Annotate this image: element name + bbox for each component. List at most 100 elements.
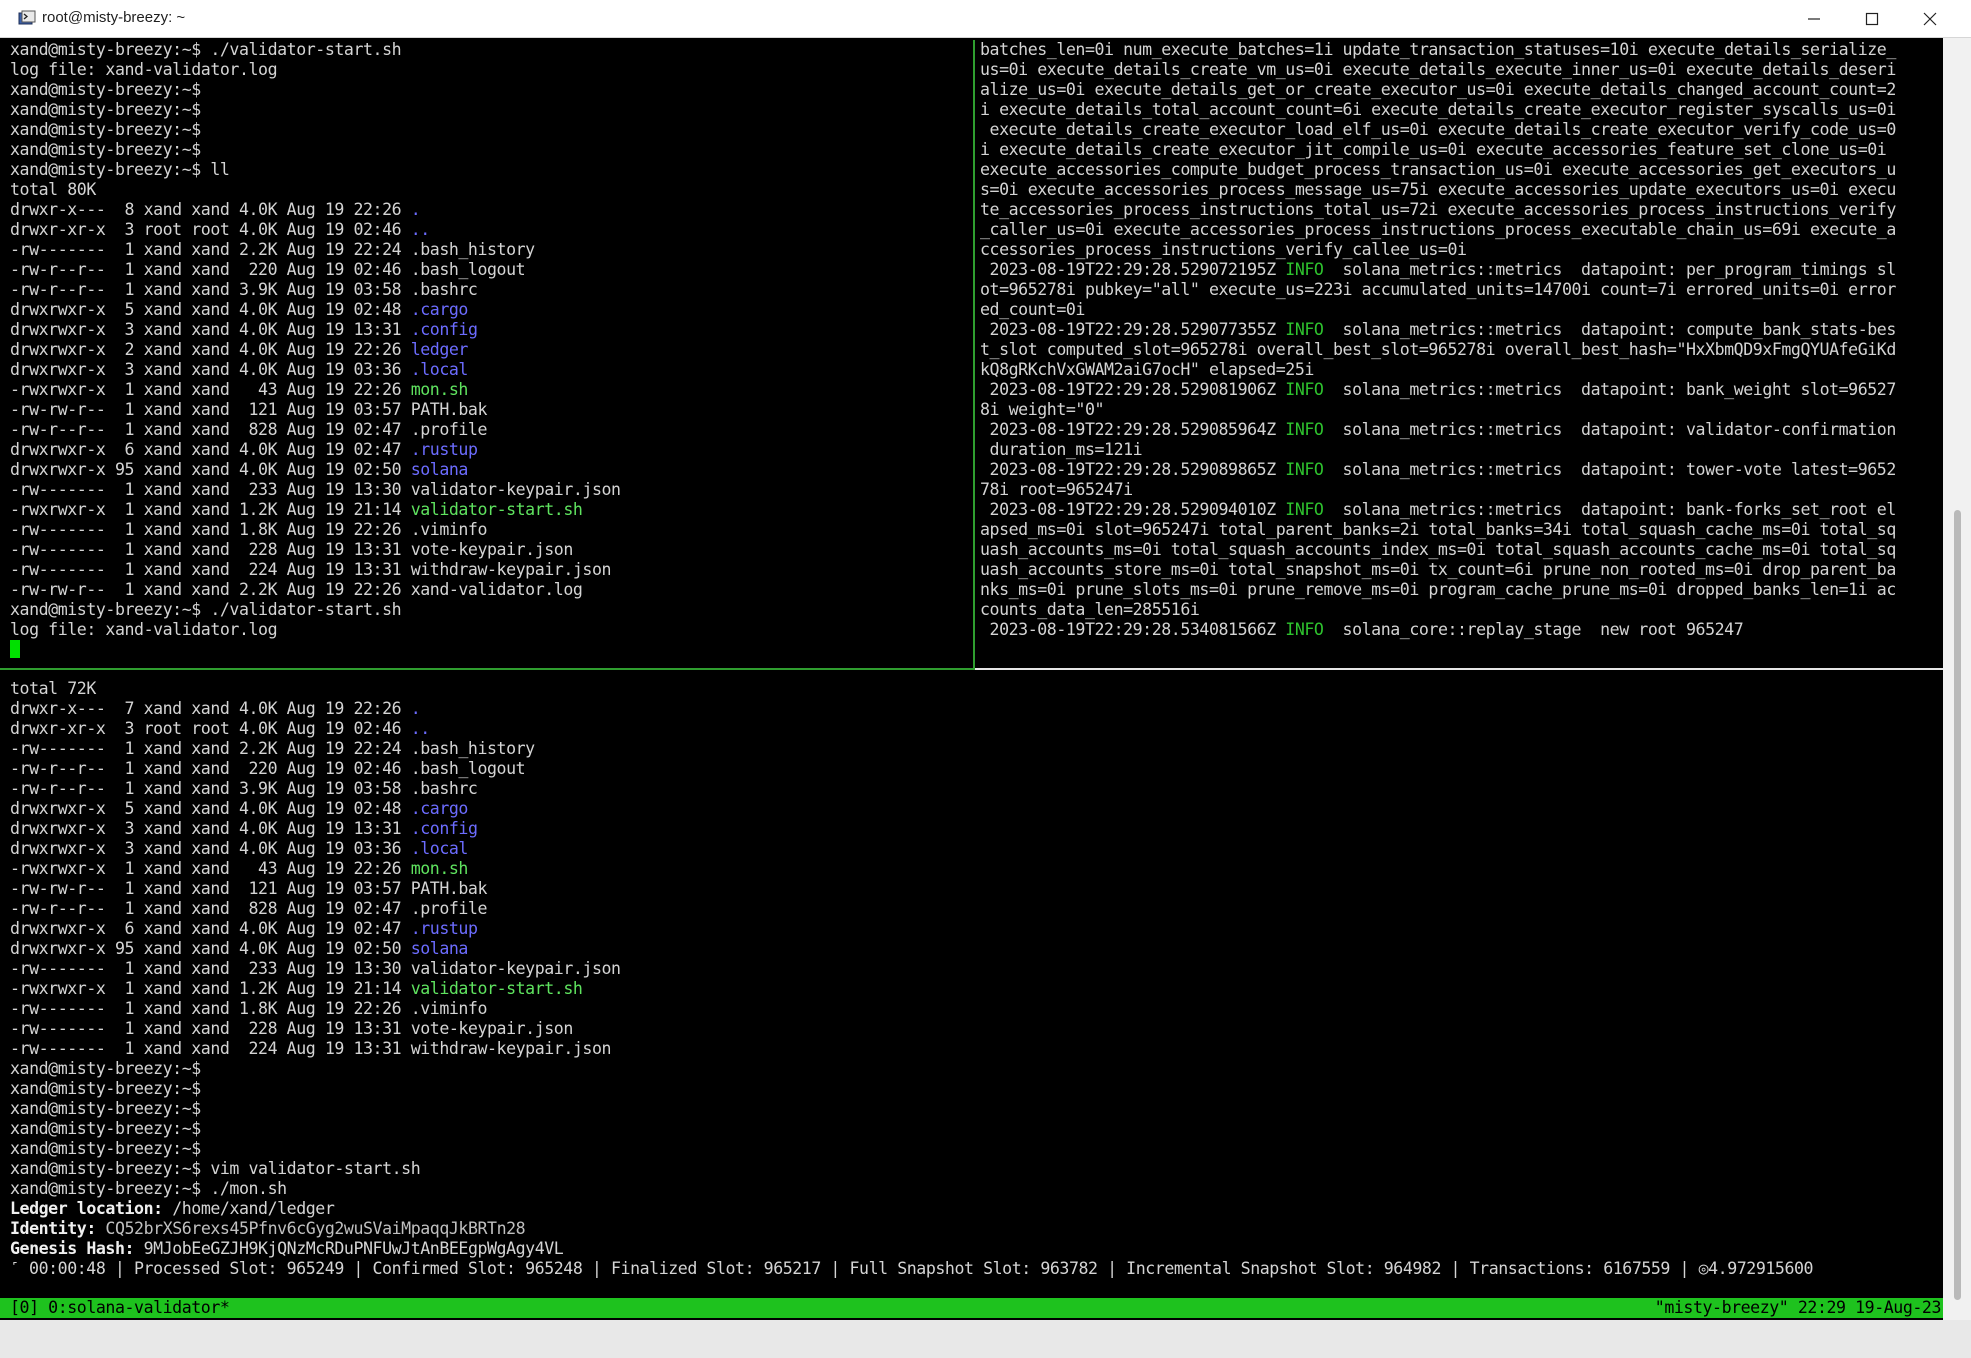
terminal-text-segment: uash_accounts_ms=0i total_squash_account… <box>980 540 1896 559</box>
terminal-line: uash_accounts_store_ms=0i total_snapshot… <box>980 560 1942 580</box>
pane-bottom[interactable]: total 72K drwxr-x--- 7 xand xand 4.0K Aug… <box>10 679 1942 1295</box>
terminal-line: -rwxrwxr-x 1 xand xand 43 Aug 19 22:26 m… <box>10 859 1942 879</box>
minimize-icon <box>1808 18 1820 20</box>
terminal-line: xand@misty-breezy:~$ <box>10 1059 1942 1079</box>
terminal-text-segment: solana_metrics::metrics datapoint: valid… <box>1323 420 1897 439</box>
terminal-line: duration_ms=121i <box>980 440 1942 460</box>
terminal-text-segment: duration_ms=121i <box>980 440 1143 459</box>
terminal-text-segment: us=0i execute_details_create_vm_us=0i ex… <box>980 60 1896 79</box>
terminal-text-segment: -rw------- 1 xand xand 2.2K Aug 19 22:24… <box>10 240 535 259</box>
terminal-text-segment: -rw------- 1 xand xand 2.2K Aug 19 22:24… <box>10 739 535 758</box>
terminal-text-segment: uash_accounts_store_ms=0i total_snapshot… <box>980 560 1896 579</box>
terminal-text-segment: mon.sh <box>410 859 469 878</box>
terminal-line: 2023-08-19T22:29:28.529072195Z INFO sola… <box>980 260 1942 280</box>
terminal-line: xand@misty-breezy:~$ <box>10 1079 1942 1099</box>
minimize-button[interactable] <box>1785 0 1843 38</box>
terminal-text-segment: xand@misty-breezy:~$ ./mon.sh <box>10 1179 287 1198</box>
terminal-text-segment: 2023-08-19T22:29:28.529081906Z <box>980 380 1286 399</box>
maximize-icon <box>1865 12 1879 26</box>
terminal-text-segment: solana_metrics::metrics datapoint: compu… <box>1323 320 1897 339</box>
terminal-line: uash_accounts_ms=0i total_squash_account… <box>980 540 1942 560</box>
terminal-text-segment: solana <box>410 939 469 958</box>
terminal-text-segment: solana <box>410 460 469 479</box>
terminal-text-segment: .config <box>410 320 478 339</box>
terminal-line: -rw-r--r-- 1 xand xand 828 Aug 19 02:47 … <box>10 899 1942 919</box>
terminal-line: total 72K <box>10 679 1942 699</box>
terminal-text-segment: drwxrwxr-x 3 xand xand 4.0K Aug 19 03:36 <box>10 839 411 858</box>
terminal-line: execute_accessories_compute_budget_proce… <box>980 160 1942 180</box>
terminal-text-segment: .cargo <box>410 799 469 818</box>
terminal-line: drwxr-xr-x 3 root root 4.0K Aug 19 02:46… <box>10 220 970 240</box>
scrollbar-thumb[interactable] <box>1954 510 1961 1300</box>
terminal-text-segment: . <box>410 200 421 219</box>
terminal-line: xand@misty-breezy:~$ ./validator-start.s… <box>10 600 970 620</box>
terminal-text-segment: solana_core::replay_stage new root 96524… <box>1323 620 1744 639</box>
terminal-line: drwxrwxr-x 3 xand xand 4.0K Aug 19 03:36… <box>10 360 970 380</box>
cursor-line <box>10 640 970 660</box>
tmux-status-bar: [0] 0:solana-validator* "misty-breezy" 2… <box>0 1298 1943 1318</box>
terminal-text-segment: te_accessories_process_instructions_tota… <box>980 200 1896 219</box>
terminal-text-segment: kQ8gRKchVxGWAM2aiG7ocH" elapsed=25i <box>980 360 1314 379</box>
terminal-line: 2023-08-19T22:29:28.534081566Z INFO sola… <box>980 620 1942 640</box>
terminal-text-segment: s=0i execute_accessories_process_message… <box>980 180 1896 199</box>
terminal-line: 8i weight="0" <box>980 400 1942 420</box>
terminal-text-segment: .cargo <box>410 300 469 319</box>
terminal-text-segment: INFO <box>1285 500 1324 519</box>
terminal-line: drwxrwxr-x 6 xand xand 4.0K Aug 19 02:47… <box>10 919 1942 939</box>
pane-top-right[interactable]: batches_len=0i num_execute_batches=1i up… <box>980 40 1942 666</box>
terminal-line: s=0i execute_accessories_process_message… <box>980 180 1942 200</box>
terminal-line: xand@misty-breezy:~$ ll <box>10 160 970 180</box>
terminal-text-segment: -rw-r--r-- 1 xand xand 828 Aug 19 02:47 … <box>10 420 488 439</box>
terminal-text-segment: -rwxrwxr-x 1 xand xand 43 Aug 19 22:26 <box>10 380 411 399</box>
status-window-list[interactable]: [0] 0:solana-validator* <box>10 1298 230 1318</box>
terminal-text-segment: ledger <box>410 340 469 359</box>
terminal-text-segment: -rw------- 1 xand xand 233 Aug 19 13:30 … <box>10 959 621 978</box>
maximize-button[interactable] <box>1843 0 1901 38</box>
terminal-line: -rw------- 1 xand xand 233 Aug 19 13:30 … <box>10 959 1942 979</box>
terminal-line: apsed_ms=0i slot=965247i total_parent_ba… <box>980 520 1942 540</box>
terminal-line: kQ8gRKchVxGWAM2aiG7ocH" elapsed=25i <box>980 360 1942 380</box>
terminal-line: drwxr-x--- 7 xand xand 4.0K Aug 19 22:26… <box>10 699 1942 719</box>
terminal-text-segment: Genesis Hash: <box>10 1239 135 1258</box>
terminal-line: drwxrwxr-x 5 xand xand 4.0K Aug 19 02:48… <box>10 799 1942 819</box>
window-title: root@misty-breezy: ~ <box>42 9 186 26</box>
pane-top-left[interactable]: xand@misty-breezy:~$ ./validator-start.s… <box>10 40 970 666</box>
terminal-text-segment: drwxrwxr-x 2 xand xand 4.0K Aug 19 22:26 <box>10 340 411 359</box>
terminal-line: t_slot computed_slot=965278i overall_bes… <box>980 340 1942 360</box>
terminal-text-segment: -rwxrwxr-x 1 xand xand 1.2K Aug 19 21:14 <box>10 979 411 998</box>
terminal-line: i execute_details_create_executor_jit_co… <box>980 140 1942 160</box>
terminal-text-segment: nks_ms=0i prune_slots_ms=0i prune_remove… <box>980 580 1896 599</box>
terminal-line: xand@misty-breezy:~$ <box>10 1099 1942 1119</box>
terminal-text-segment: 2023-08-19T22:29:28.529094010Z <box>980 500 1286 519</box>
terminal-text-segment: INFO <box>1285 620 1324 639</box>
terminal-text-segment: .. <box>410 220 431 239</box>
terminal-text-segment: Ledger location: <box>10 1199 163 1218</box>
terminal-text-segment: xand@misty-breezy:~$ <box>10 1059 201 1078</box>
terminal-text-segment: -rwxrwxr-x 1 xand xand 1.2K Aug 19 21:14 <box>10 500 411 519</box>
terminal-text-segment: xand@misty-breezy:~$ <box>10 100 201 119</box>
terminal-text-segment: 8i weight="0" <box>980 400 1105 419</box>
terminal-line: -rw-rw-r-- 1 xand xand 121 Aug 19 03:57 … <box>10 400 970 420</box>
terminal-text-segment: INFO <box>1285 380 1324 399</box>
terminal-line: -rwxrwxr-x 1 xand xand 1.2K Aug 19 21:14… <box>10 979 1942 999</box>
title-bar: root@misty-breezy: ~ <box>0 0 1971 38</box>
terminal-line: drwxrwxr-x 3 xand xand 4.0K Aug 19 03:36… <box>10 839 1942 859</box>
terminal-line: xand@misty-breezy:~$ <box>10 1139 1942 1159</box>
terminal-text-segment: drwxr-xr-x 3 root root 4.0K Aug 19 02:46 <box>10 220 411 239</box>
terminal-text-segment: -rw------- 1 xand xand 228 Aug 19 13:31 … <box>10 540 573 559</box>
terminal-text-segment: xand@misty-breezy:~$ <box>10 140 201 159</box>
terminal-text-segment: -rw-rw-r-- 1 xand xand 121 Aug 19 03:57 … <box>10 400 488 419</box>
terminal-text-segment: log file: xand-validator.log <box>10 60 278 79</box>
terminal-line: -rw------- 1 xand xand 228 Aug 19 13:31 … <box>10 540 970 560</box>
pane-divider-vertical[interactable] <box>973 40 975 668</box>
terminal-text-segment: -rw------- 1 xand xand 224 Aug 19 13:31 … <box>10 560 612 579</box>
terminal-line: -rw------- 1 xand xand 224 Aug 19 13:31 … <box>10 1039 1942 1059</box>
terminal-text-segment: xand@misty-breezy:~$ ll <box>10 160 230 179</box>
close-button[interactable] <box>1901 0 1959 38</box>
terminal-text-segment: .rustup <box>410 440 478 459</box>
terminal-line: -rw-r--r-- 1 xand xand 828 Aug 19 02:47 … <box>10 420 970 440</box>
terminal-text-segment: .. <box>410 719 431 738</box>
terminal-text-segment: log file: xand-validator.log <box>10 620 278 639</box>
terminal-line: -rw------- 1 xand xand 233 Aug 19 13:30 … <box>10 480 970 500</box>
terminal-line: i execute_details_total_account_count=6i… <box>980 100 1942 120</box>
